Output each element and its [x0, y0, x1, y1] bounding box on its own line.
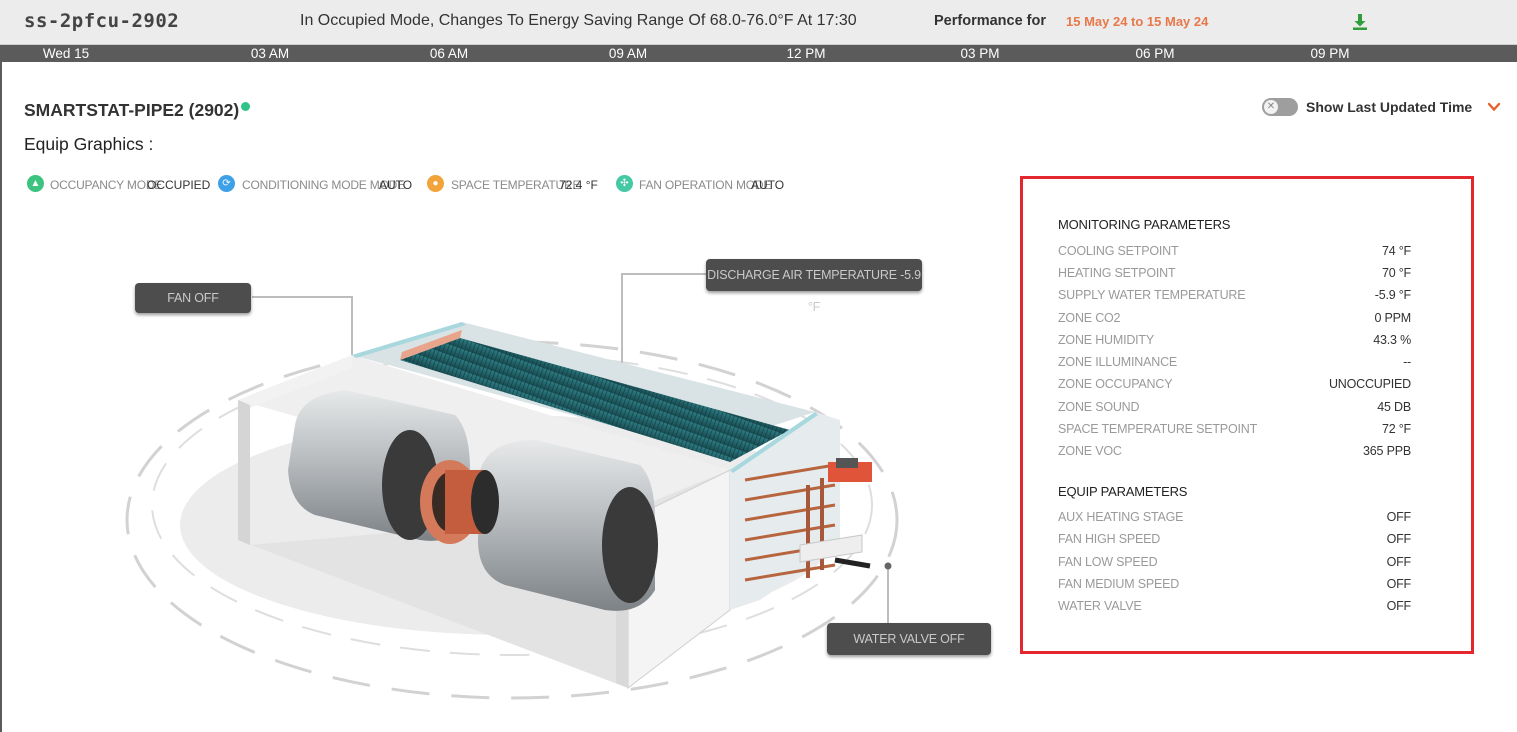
close-icon: ✕ — [1264, 100, 1278, 114]
param-label: ZONE ILLUMINANCE — [1058, 355, 1178, 369]
param-value: 45 DB — [1377, 400, 1411, 414]
temperature-icon: ● — [427, 175, 444, 192]
occupancy-icon: ▲ — [27, 175, 44, 192]
param-label: WATER VALVE — [1058, 599, 1142, 613]
water-valve-callout[interactable]: WATER VALVE OFF — [827, 623, 991, 655]
fan-status-callout[interactable]: FAN OFF — [135, 283, 251, 313]
param-label: SPACE TEMPERATURE SETPOINT — [1058, 422, 1257, 436]
performance-label: Performance for — [934, 13, 1047, 29]
param-label: ZONE HUMIDITY — [1058, 333, 1155, 347]
last-updated-toggle[interactable]: ✕ — [1262, 98, 1298, 116]
monitoring-parameters-title: MONITORING PARAMETERS — [1058, 217, 1231, 232]
monitoring-parameters-panel: MONITORING PARAMETERS COOLING SETPOINT 7… — [1020, 176, 1474, 654]
param-label: ZONE CO2 — [1058, 311, 1121, 325]
occupancy-mode-label: OCCUPANCY MODE — [50, 178, 163, 192]
param-value: 0 PPM — [1374, 311, 1411, 325]
timeline-tick: Wed 15 — [42, 46, 90, 61]
equip-graphics-label: Equip Graphics : — [24, 134, 154, 154]
param-value: 43.3 % — [1373, 333, 1411, 347]
param-value: OFF — [1386, 577, 1412, 591]
fan-operation-value: AUTO — [751, 178, 785, 192]
param-value: OFF — [1386, 510, 1412, 524]
param-label: FAN MEDIUM SPEED — [1058, 577, 1180, 591]
param-value: UNOCCUPIED — [1328, 377, 1411, 391]
last-updated-toggle-label: Show Last Updated Time — [1306, 99, 1473, 115]
param-value: -5.9 °F — [1374, 288, 1411, 302]
param-value: -- — [1403, 355, 1411, 369]
timeline-tick: 09 PM — [1310, 46, 1350, 61]
fan-icon: ✣ — [616, 175, 633, 192]
timeline-tick: 03 PM — [960, 46, 1000, 61]
param-value: OFF — [1386, 555, 1412, 569]
param-value: OFF — [1386, 599, 1412, 613]
param-value: 72 °F — [1381, 422, 1411, 436]
occupancy-mode-value: OCCUPIED — [147, 178, 211, 192]
fan-motor — [420, 460, 499, 544]
param-label: ZONE OCCUPANCY — [1058, 377, 1173, 391]
space-temperature-value: 72.4 °F — [559, 178, 598, 192]
timeline-tick: 03 AM — [250, 46, 290, 61]
equip-parameters-title: EQUIP PARAMETERS — [1058, 484, 1188, 499]
performance-date-range[interactable]: 15 May 24 to 15 May 24 — [1066, 14, 1208, 29]
equipment-name: SMARTSTAT-PIPE2 (2902) — [24, 100, 240, 120]
param-label: HEATING SETPOINT — [1058, 266, 1176, 280]
timeline-tick: 06 AM — [429, 46, 469, 61]
param-label: AUX HEATING STAGE — [1058, 510, 1184, 524]
timeline-strip[interactable]: Wed 15 03 AM 06 AM 09 AM 12 PM 03 PM 06 … — [0, 45, 1517, 62]
param-label: SUPPLY WATER TEMPERATURE — [1058, 288, 1246, 302]
conditioning-icon: ⟳ — [218, 175, 235, 192]
discharge-air-temp-callout[interactable]: DISCHARGE AIR TEMPERATURE -5.9 °F — [706, 259, 922, 314]
timeline-tick: 09 AM — [608, 46, 648, 61]
param-label: FAN HIGH SPEED — [1058, 532, 1161, 546]
param-label: COOLING SETPOINT — [1058, 244, 1179, 258]
param-value: 70 °F — [1381, 266, 1411, 280]
param-label: ZONE SOUND — [1058, 400, 1140, 414]
timeline-tick: 12 PM — [786, 46, 826, 61]
param-label: ZONE VOC — [1058, 444, 1122, 458]
download-icon[interactable] — [1350, 12, 1370, 32]
param-value: 74 °F — [1381, 244, 1411, 258]
timeline-tick: 06 PM — [1135, 46, 1175, 61]
chevron-down-icon[interactable] — [1487, 100, 1501, 114]
param-value: 365 PPB — [1363, 444, 1411, 458]
param-value: OFF — [1386, 532, 1412, 546]
param-label: FAN LOW SPEED — [1058, 555, 1158, 569]
schedule-message: In Occupied Mode, Changes To Energy Savi… — [300, 12, 857, 29]
online-status-dot — [241, 102, 250, 111]
device-id: ss-2pfcu-2902 — [24, 10, 180, 32]
conditioning-mode-value: AUTO — [379, 178, 413, 192]
top-header-bar: ss-2pfcu-2902 In Occupied Mode, Changes … — [0, 0, 1517, 45]
